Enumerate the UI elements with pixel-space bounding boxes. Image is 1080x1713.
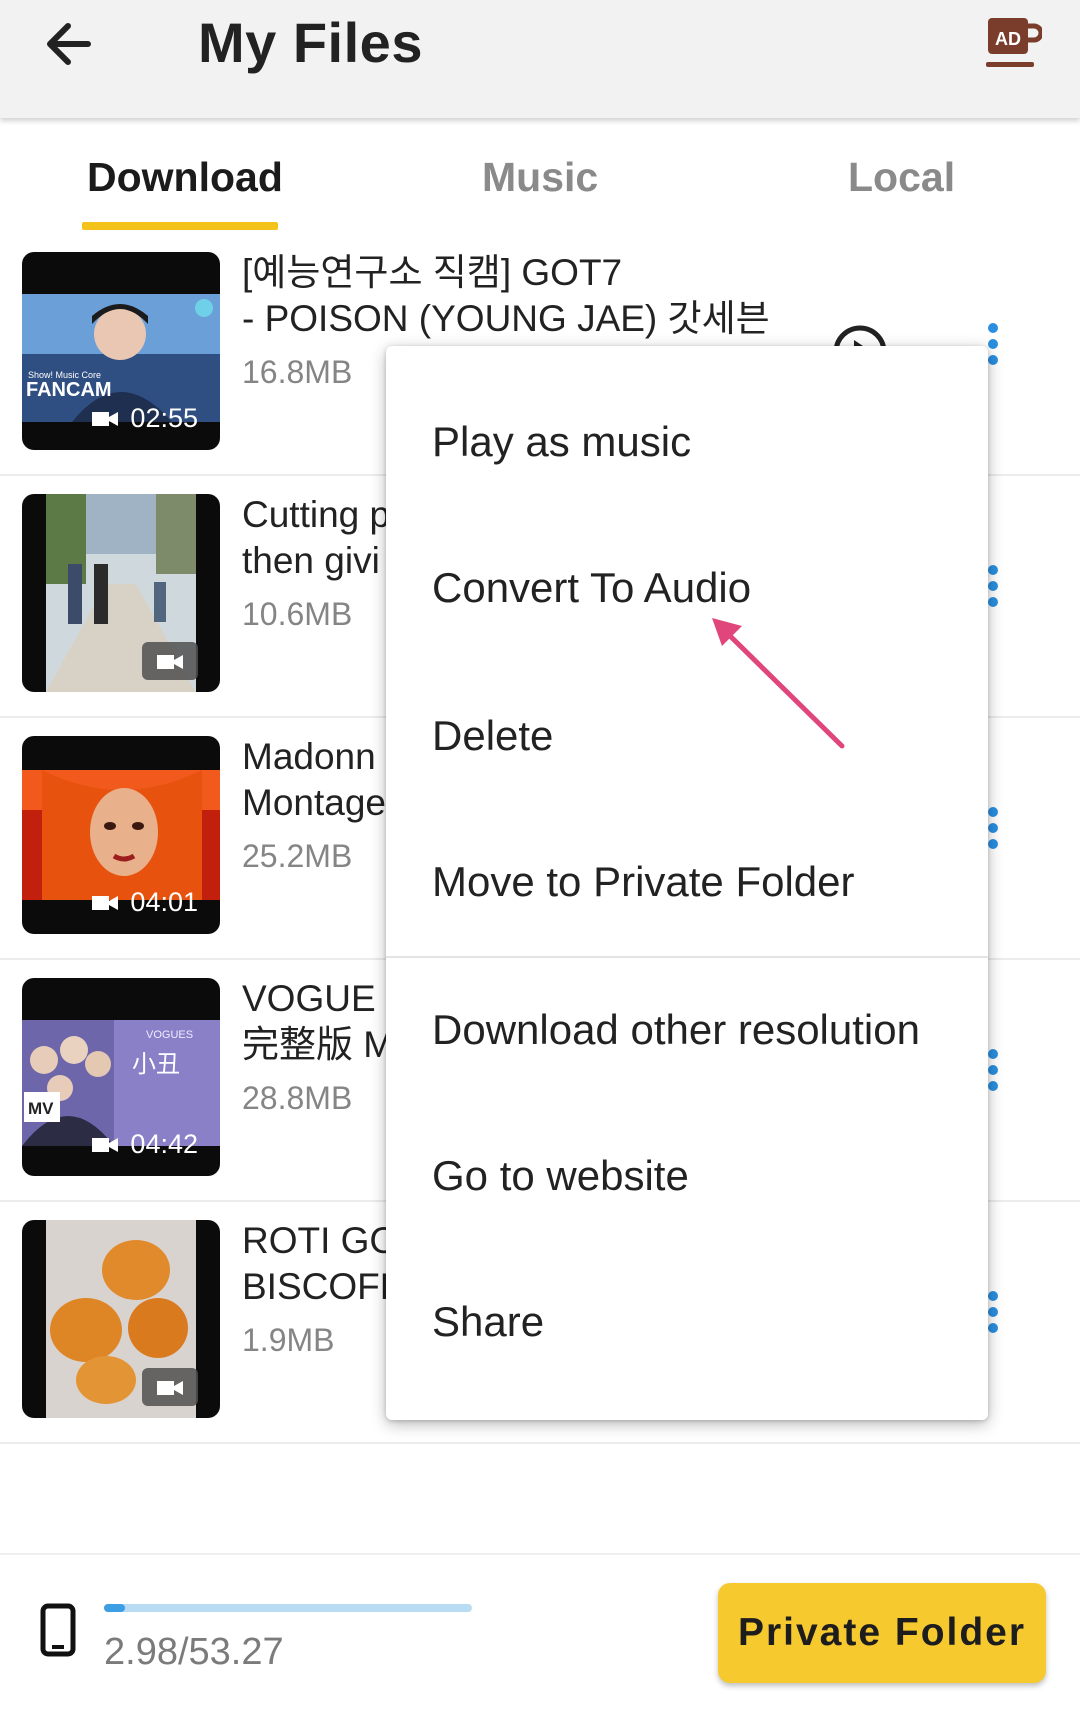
- storage-progress: [104, 1604, 472, 1612]
- video-camera-icon: [92, 411, 119, 426]
- annotation-arrow-icon: [712, 618, 845, 749]
- file-size: 10.6MB: [242, 596, 353, 632]
- file-size: 16.8MB: [242, 354, 353, 390]
- video-badge: [142, 1368, 198, 1406]
- ad-button[interactable]: AD: [984, 16, 1044, 72]
- private-folder-button[interactable]: Private Folder: [718, 1583, 1046, 1683]
- video-thumbnail[interactable]: 04:01: [22, 736, 220, 934]
- thumbnail-image: [22, 770, 220, 900]
- back-button[interactable]: [40, 14, 100, 74]
- menu-item-download-other-resolution[interactable]: Download other resolution: [432, 1006, 920, 1054]
- duration-text: 02:55: [130, 403, 198, 433]
- video-badge: [142, 642, 198, 680]
- video-thumbnail[interactable]: VOGUES 小丑 MV 04:42: [22, 978, 220, 1176]
- thumb-caption: FANCAM: [26, 379, 112, 401]
- app-bar: My Files AD: [0, 0, 1080, 118]
- menu-divider: [386, 956, 988, 958]
- video-thumbnail[interactable]: Show! Music Core FANCAM 02:55: [22, 252, 220, 450]
- duration-badge: 04:01: [92, 887, 198, 918]
- duration-badge: 02:55: [92, 403, 198, 434]
- tab-bar: Download Music Local: [0, 118, 1080, 230]
- duration-badge: 04:42: [92, 1129, 198, 1160]
- video-thumbnail[interactable]: [22, 494, 220, 692]
- video-camera-icon: [157, 655, 183, 669]
- context-menu: Play as music Convert To Audio Delete Mo…: [386, 346, 988, 1420]
- video-thumbnail[interactable]: [22, 1220, 220, 1418]
- video-camera-icon: [92, 895, 119, 910]
- ad-cup-icon: AD: [986, 18, 1044, 67]
- active-tab-indicator: [82, 222, 278, 230]
- thumb-caption: MV: [28, 1099, 54, 1118]
- file-title: [예능연구소 직캠] GOT7 - POISON (YOUNG JAE) 갓세븐: [242, 252, 770, 339]
- thumb-subcaption: VOGUES: [146, 1029, 193, 1041]
- phone-icon: [40, 1603, 76, 1657]
- duration-text: 04:01: [130, 887, 198, 917]
- ad-label: AD: [995, 29, 1021, 49]
- arrow-left-icon: [47, 23, 91, 65]
- video-camera-icon: [157, 1381, 183, 1395]
- svg-text:小丑: 小丑: [132, 1050, 180, 1078]
- storage-text: 2.98/53.27: [104, 1631, 284, 1673]
- menu-item-convert-to-audio[interactable]: Convert To Audio: [432, 564, 751, 612]
- tab-music[interactable]: Music: [482, 154, 598, 201]
- tab-local[interactable]: Local: [848, 154, 955, 201]
- page-title: My Files: [198, 11, 423, 74]
- menu-item-play-as-music[interactable]: Play as music: [432, 418, 691, 466]
- thumbnail-image: VOGUES 小丑 MV: [22, 1020, 220, 1146]
- file-size: 28.8MB: [242, 1080, 353, 1116]
- menu-item-share[interactable]: Share: [432, 1298, 544, 1346]
- menu-item-move-to-private-folder[interactable]: Move to Private Folder: [432, 858, 855, 906]
- tab-download[interactable]: Download: [87, 154, 283, 201]
- video-camera-icon: [92, 1137, 119, 1152]
- storage-bar: 2.98/53.27 Private Folder: [0, 1553, 1080, 1713]
- file-size: 1.9MB: [242, 1322, 335, 1358]
- menu-item-delete[interactable]: Delete: [432, 712, 553, 760]
- file-size: 25.2MB: [242, 838, 353, 874]
- storage-progress-fill: [104, 1604, 125, 1612]
- duration-text: 04:42: [130, 1129, 198, 1159]
- menu-item-go-to-website[interactable]: Go to website: [432, 1152, 689, 1200]
